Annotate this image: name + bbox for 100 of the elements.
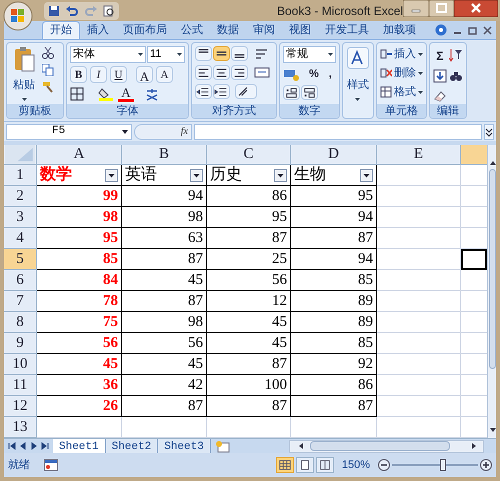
fill-icon[interactable]	[432, 68, 447, 83]
row-header[interactable]: 9	[4, 333, 37, 354]
zoom-slider-thumb[interactable]	[440, 459, 446, 471]
sheet-tab[interactable]: Sheet3	[158, 438, 211, 454]
column-header[interactable]: B	[122, 145, 207, 165]
row-header[interactable]: 13	[4, 417, 37, 438]
expand-formula-bar-icon[interactable]	[484, 124, 494, 140]
cells-menu-button[interactable]: 插入	[380, 46, 423, 62]
maximize-icon[interactable]	[429, 0, 454, 17]
paintbrush-icon[interactable]	[42, 81, 54, 93]
column-header[interactable]: A	[37, 145, 122, 165]
print-preview-icon[interactable]	[103, 4, 115, 16]
phonetic-icon[interactable]	[144, 87, 160, 101]
insert-function-button[interactable]: fx	[180, 124, 188, 139]
ribbon-tab[interactable]: 页面布局	[116, 21, 174, 39]
eraser-icon[interactable]	[432, 88, 447, 103]
ribbon-tab[interactable]: 公式	[174, 21, 210, 39]
ribbon-tab[interactable]: 开发工具	[318, 21, 376, 39]
help-icon[interactable]	[435, 24, 447, 36]
view-mode-icon[interactable]	[316, 457, 334, 473]
autosum-button[interactable]: Σ	[432, 47, 447, 64]
zoom-in-icon[interactable]	[480, 459, 492, 471]
italic-button[interactable]: I	[90, 66, 107, 83]
increase-decimal-icon[interactable]	[283, 85, 300, 100]
text-orientation-icon[interactable]	[235, 84, 257, 99]
paste-label[interactable]: 粘贴	[13, 77, 35, 94]
zoom-slider-track[interactable]	[392, 459, 478, 471]
sheet-nav-icon[interactable]	[41, 442, 49, 450]
close-icon[interactable]	[483, 26, 492, 34]
increase-indent-icon[interactable]	[213, 84, 230, 99]
ribbon-tab[interactable]: 视图	[282, 21, 318, 39]
sheet-tab[interactable]: Sheet2	[106, 438, 158, 454]
view-mode-icon[interactable]	[296, 457, 314, 473]
row-header[interactable]: 4	[4, 228, 37, 249]
minimize-icon[interactable]	[403, 0, 430, 17]
sort-filter-icon[interactable]	[448, 48, 463, 62]
vertical-align-icon[interactable]	[213, 46, 230, 61]
text-align-icon[interactable]	[213, 65, 230, 80]
ribbon-tab[interactable]: 审阅	[246, 21, 282, 39]
ribbon-tab[interactable]: 加载项	[376, 21, 423, 39]
fill-color-icon[interactable]	[98, 87, 114, 101]
formula-input-field[interactable]	[194, 124, 482, 140]
percent-button[interactable]: %	[306, 66, 322, 82]
filter-dropdown-button[interactable]	[360, 168, 373, 182]
restore-icon[interactable]	[468, 26, 477, 34]
text-align-icon[interactable]	[231, 65, 248, 80]
row-header[interactable]: 12	[4, 396, 37, 417]
font-name-dropdown[interactable]: 宋体	[70, 46, 146, 63]
save-icon[interactable]	[48, 4, 60, 16]
decrease-decimal-icon[interactable]	[301, 85, 318, 100]
decrease-indent-icon[interactable]	[195, 84, 212, 99]
sheet-tab[interactable]: Sheet1	[53, 438, 106, 454]
row-header[interactable]: 10	[4, 354, 37, 375]
text-align-icon[interactable]	[195, 65, 212, 80]
selected-cell[interactable]	[461, 249, 487, 270]
filter-dropdown-button[interactable]	[274, 168, 287, 182]
copy-icon[interactable]	[42, 64, 54, 76]
ribbon-tab[interactable]: 插入	[80, 21, 116, 39]
row-header[interactable]: 11	[4, 375, 37, 396]
clipboard-icon[interactable]	[13, 46, 35, 72]
horizontal-scrollbar[interactable]	[289, 440, 484, 452]
new-sheet-icon[interactable]	[214, 440, 231, 452]
borders-icon[interactable]	[70, 87, 84, 101]
ribbon-tab[interactable]: 数据	[210, 21, 246, 39]
table-cell: 45	[122, 270, 207, 291]
cells-menu-button[interactable]: 格式	[380, 84, 423, 100]
shrink-font-button[interactable]: A	[156, 66, 173, 83]
font-size-dropdown[interactable]: 11	[147, 46, 185, 63]
number-format-dropdown[interactable]: 常规	[283, 46, 336, 63]
vertical-align-icon[interactable]	[195, 46, 212, 61]
row-header[interactable]: 5	[4, 249, 37, 270]
zoom-out-icon[interactable]	[378, 459, 390, 471]
column-header[interactable]: E	[377, 145, 461, 165]
row-header[interactable]: 1	[4, 165, 37, 186]
filter-dropdown-button[interactable]	[105, 168, 118, 182]
styles-label[interactable]: 样式	[346, 77, 369, 94]
ribbon-tab[interactable]: 开始	[42, 21, 80, 39]
cells-menu-button[interactable]: 删除	[380, 65, 423, 81]
comma-style-button[interactable]: ,	[324, 66, 336, 82]
sheet-nav-icon[interactable]	[8, 442, 16, 450]
column-header[interactable]: C	[207, 145, 291, 165]
row-header[interactable]: 6	[4, 270, 37, 291]
underline-button[interactable]: U	[110, 66, 127, 83]
column-header[interactable]: D	[291, 145, 377, 165]
macro-record-icon[interactable]	[44, 459, 58, 471]
row-header[interactable]: 3	[4, 207, 37, 228]
scissors-icon[interactable]	[42, 47, 54, 59]
row-header[interactable]: 2	[4, 186, 37, 207]
view-mode-icon[interactable]	[276, 457, 294, 473]
filter-dropdown-button[interactable]	[190, 168, 203, 182]
vertical-align-icon[interactable]	[231, 46, 248, 61]
grow-font-button[interactable]: A	[136, 66, 153, 83]
row-header[interactable]: 8	[4, 312, 37, 333]
undo-icon[interactable]	[65, 4, 79, 16]
name-box[interactable]: F5	[6, 124, 132, 140]
vertical-scrollbar[interactable]	[487, 145, 496, 438]
close-icon[interactable]	[454, 0, 498, 17]
bold-button[interactable]: B	[70, 66, 87, 83]
styles-icon[interactable]	[346, 47, 369, 69]
row-header[interactable]: 7	[4, 291, 37, 312]
